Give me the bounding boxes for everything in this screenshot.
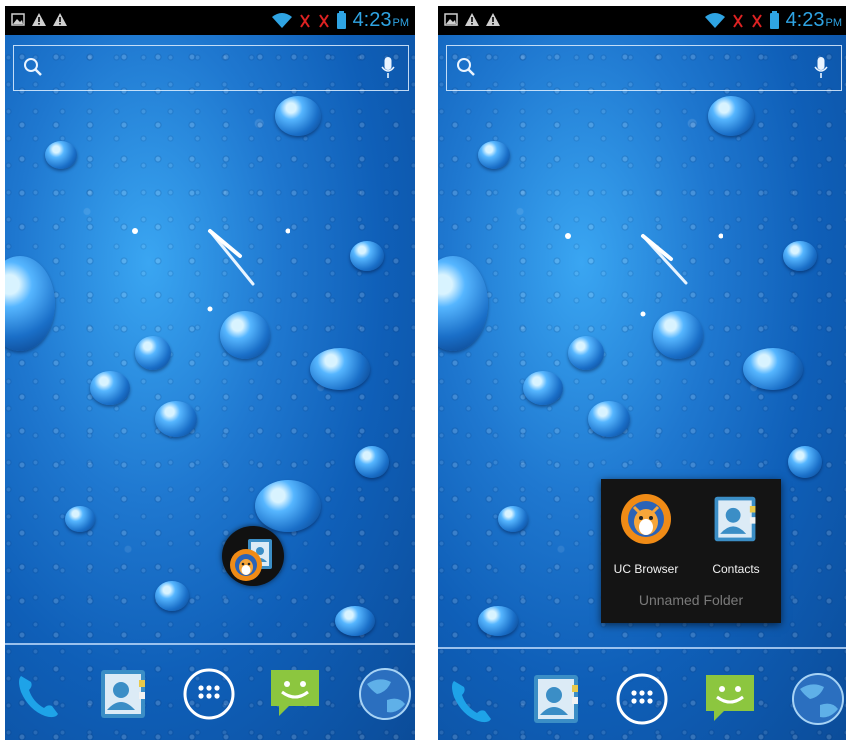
water-drop	[498, 506, 528, 532]
picture-notification-icon	[11, 13, 25, 26]
search-icon[interactable]	[23, 57, 43, 77]
messaging-icon[interactable]	[267, 666, 323, 722]
warning-icon	[32, 13, 46, 26]
water-drop	[135, 336, 171, 370]
browser-globe-icon[interactable]	[790, 671, 846, 727]
folder-app-label: UC Browser	[613, 562, 679, 576]
warning-icon	[486, 13, 500, 26]
browser-globe-icon[interactable]	[357, 666, 413, 722]
app-drawer-icon[interactable]	[181, 666, 237, 722]
dragging-folder-bubble[interactable]	[222, 526, 284, 586]
dock-divider	[5, 643, 415, 645]
warning-icon	[465, 13, 479, 26]
phone-icon[interactable]	[11, 666, 67, 722]
folder-popup: UC Browser Contacts Unnamed Folder	[601, 479, 781, 623]
water-drop	[255, 480, 321, 532]
water-drop	[708, 96, 754, 136]
water-drop	[588, 401, 630, 437]
warning-icon	[53, 13, 67, 26]
wifi-icon	[704, 13, 725, 28]
app-drawer-icon[interactable]	[614, 671, 670, 727]
mic-icon[interactable]	[814, 56, 828, 80]
home-screen-left: 4:23PM	[5, 6, 415, 740]
contacts-icon[interactable]	[528, 671, 584, 727]
analog-clock-widget[interactable]	[120, 216, 290, 326]
water-drop	[90, 371, 130, 405]
water-drop	[783, 241, 817, 271]
battery-icon	[336, 10, 346, 29]
folder-name-field[interactable]: Unnamed Folder	[601, 592, 781, 608]
picture-notification-icon	[444, 13, 458, 26]
water-drop	[155, 581, 189, 611]
water-drop	[478, 606, 518, 636]
dock	[5, 666, 415, 736]
contacts-icon[interactable]	[95, 666, 151, 722]
uc-browser-icon	[230, 549, 262, 581]
water-drop	[5, 256, 55, 351]
water-drop	[568, 336, 604, 370]
mic-icon[interactable]	[381, 56, 395, 80]
status-clock: 4:23PM	[352, 9, 409, 31]
water-drop	[310, 348, 370, 390]
water-drop	[65, 506, 95, 532]
search-bar[interactable]	[13, 45, 409, 91]
water-drop	[335, 606, 375, 636]
home-screen-right: 4:23PM UC Browser Contacts Unnamed Folde…	[438, 6, 846, 740]
no-signal-icon	[299, 13, 310, 28]
water-drop	[743, 348, 803, 390]
status-bar: 4:23PM	[438, 6, 846, 35]
uc-browser-icon	[621, 494, 671, 544]
water-drop	[438, 256, 488, 351]
water-drop	[45, 141, 77, 169]
water-drop	[478, 141, 510, 169]
search-bar[interactable]	[446, 45, 842, 91]
water-drop	[155, 401, 197, 437]
water-drop	[275, 96, 321, 136]
water-drop	[350, 241, 384, 271]
dock-divider	[438, 647, 846, 649]
no-signal-icon	[318, 13, 329, 28]
status-bar: 4:23PM	[5, 6, 415, 35]
water-drop	[355, 446, 389, 478]
status-clock: 4:23PM	[785, 9, 842, 31]
dock	[438, 671, 846, 740]
water-drop	[523, 371, 563, 405]
analog-clock-widget[interactable]	[553, 221, 723, 331]
folder-app-label: Contacts	[712, 562, 760, 576]
search-icon[interactable]	[456, 57, 476, 77]
no-signal-icon	[732, 13, 743, 28]
messaging-icon[interactable]	[702, 671, 758, 727]
water-drop	[788, 446, 822, 478]
wifi-icon	[271, 13, 292, 28]
contacts-icon	[714, 496, 756, 542]
phone-icon[interactable]	[444, 671, 500, 727]
folder-app-uc-browser[interactable]: UC Browser	[601, 479, 691, 584]
no-signal-icon	[751, 13, 762, 28]
folder-app-contacts[interactable]: Contacts	[691, 479, 781, 584]
battery-icon	[769, 10, 779, 29]
